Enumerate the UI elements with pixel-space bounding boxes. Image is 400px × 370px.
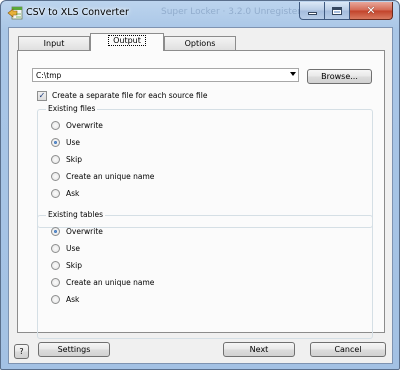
- app-window: CSV to XLS Converter Super Locker · 3.2.…: [0, 0, 400, 370]
- checkmark-icon: ✓: [38, 91, 46, 100]
- output-folder-combobox[interactable]: C:\tmp: [32, 68, 299, 82]
- radio-button[interactable]: [51, 172, 60, 181]
- radio-label: Use: [66, 244, 81, 253]
- tab-output[interactable]: Output: [90, 33, 164, 51]
- radio-label: Skip: [66, 155, 82, 164]
- minimize-button[interactable]: [299, 2, 325, 20]
- radio-button[interactable]: [51, 189, 60, 198]
- existing-files-title: Existing files: [46, 104, 98, 113]
- radio-label: Create an unique name: [66, 278, 155, 287]
- spreadsheet-converter-icon: [7, 6, 23, 20]
- output-tab-panel: C:\tmp Browse... ✓ Create a separate fil…: [17, 50, 385, 339]
- close-icon: ✕: [366, 4, 376, 17]
- radio-button-selected[interactable]: [51, 227, 60, 236]
- tables-option-ask[interactable]: Ask: [51, 294, 79, 305]
- separate-file-checkbox[interactable]: ✓: [37, 91, 47, 101]
- radio-label: Ask: [66, 189, 80, 198]
- chevron-down-icon[interactable]: [290, 72, 296, 76]
- radio-button[interactable]: [51, 244, 60, 253]
- browse-button[interactable]: Browse...: [307, 69, 372, 84]
- tables-option-overwrite[interactable]: Overwrite: [51, 226, 103, 237]
- radio-button[interactable]: [51, 278, 60, 287]
- files-option-use[interactable]: Use: [51, 137, 80, 148]
- maximize-icon: [332, 6, 342, 15]
- existing-tables-title: Existing tables: [46, 210, 105, 219]
- radio-button[interactable]: [51, 121, 60, 130]
- close-button[interactable]: ✕: [350, 2, 393, 20]
- radio-label: Overwrite: [66, 121, 103, 130]
- tab-output-label: Output: [108, 35, 146, 46]
- separate-file-label[interactable]: Create a separate file for each source f…: [52, 91, 207, 100]
- radio-button[interactable]: [51, 155, 60, 164]
- radio-button[interactable]: [51, 295, 60, 304]
- radio-button-selected[interactable]: [51, 138, 60, 147]
- caption-buttons: ✕: [299, 2, 393, 20]
- tables-option-unique-name[interactable]: Create an unique name: [51, 277, 154, 288]
- radio-button[interactable]: [51, 261, 60, 270]
- output-folder-value: C:\tmp: [36, 71, 62, 80]
- files-option-skip[interactable]: Skip: [51, 154, 82, 165]
- existing-tables-group: Existing tables Overwrite Use Skip Creat…: [37, 210, 373, 339]
- minimize-icon: [307, 12, 317, 15]
- maximize-button[interactable]: [325, 2, 350, 20]
- dialog-client-area: Input Output Options C:\tmp Browse... ✓ …: [8, 27, 393, 364]
- radio-label: Skip: [66, 261, 82, 270]
- title-bar[interactable]: CSV to XLS Converter Super Locker · 3.2.…: [1, 1, 399, 27]
- files-option-ask[interactable]: Ask: [51, 188, 79, 199]
- tables-option-use[interactable]: Use: [51, 243, 80, 254]
- files-option-unique-name[interactable]: Create an unique name: [51, 171, 154, 182]
- radio-label: Overwrite: [66, 227, 103, 236]
- tables-option-skip[interactable]: Skip: [51, 260, 82, 271]
- files-option-overwrite[interactable]: Overwrite: [51, 120, 103, 131]
- radio-label: Use: [66, 138, 81, 147]
- radio-label: Ask: [66, 295, 80, 304]
- window-title: CSV to XLS Converter: [26, 7, 129, 18]
- radio-label: Create an unique name: [66, 172, 155, 181]
